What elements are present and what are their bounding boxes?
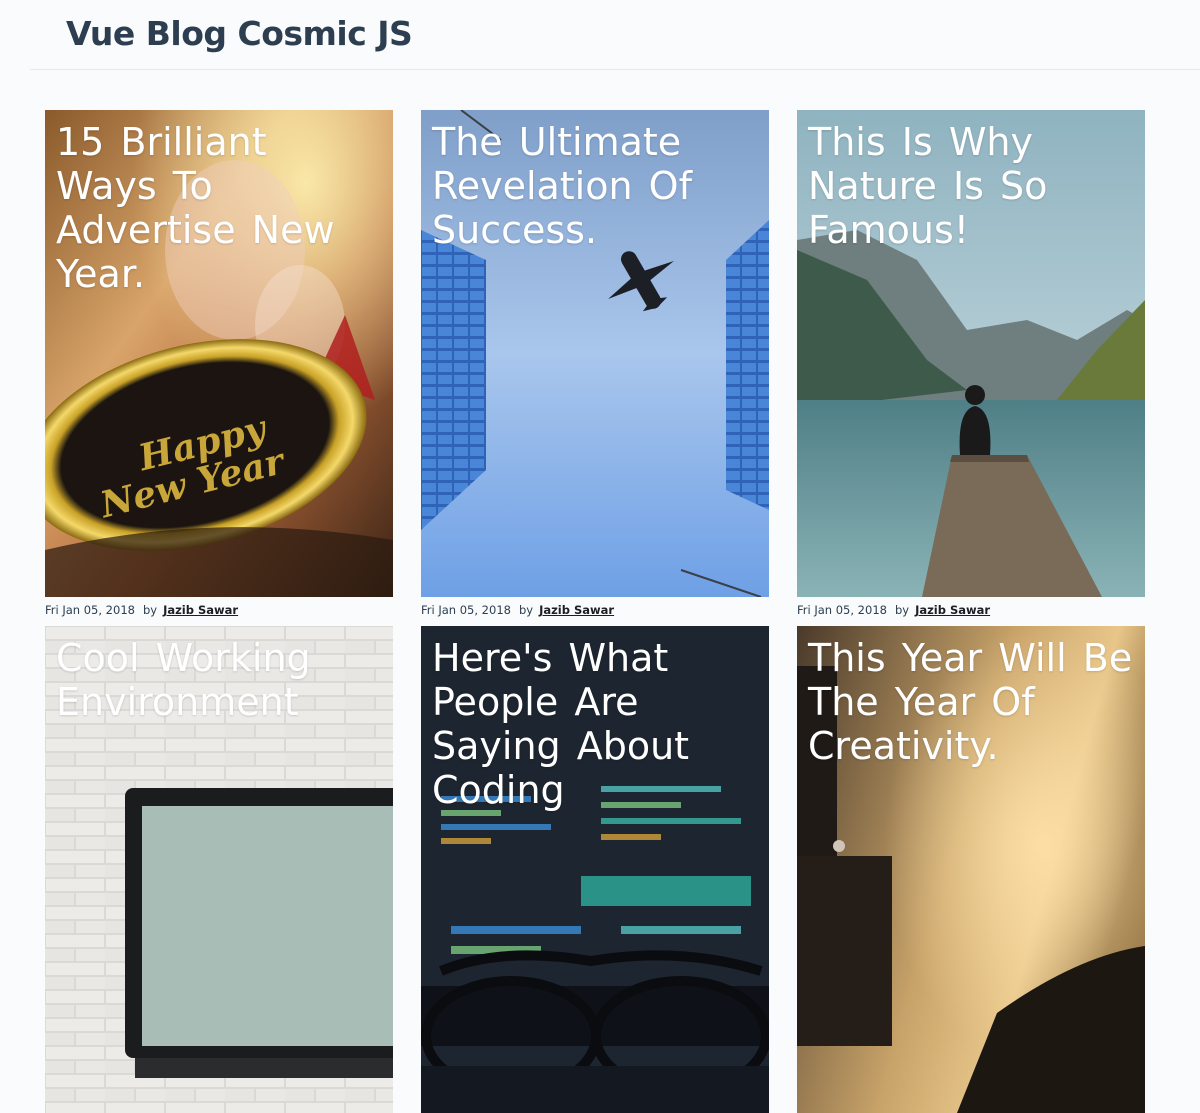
post-meta: Fri Jan 05, 2018 by Jazib Sawar	[45, 602, 238, 618]
post-title[interactable]: This Is Why Nature Is So Famous!	[808, 120, 1135, 252]
post-card[interactable]: Cool Working Environment	[45, 626, 393, 1113]
post-card[interactable]: This Year Will Be The Year Of Creativity…	[797, 626, 1145, 1113]
post-card[interactable]: This Is Why Nature Is So Famous!	[797, 110, 1145, 597]
author-link[interactable]: Jazib Sawar	[539, 603, 614, 617]
post-card[interactable]: Here's What People Are Saying About Codi…	[421, 626, 769, 1113]
site-header: Vue Blog Cosmic JS	[30, 0, 1200, 70]
author-link[interactable]: Jazib Sawar	[163, 603, 238, 617]
post-title[interactable]: Here's What People Are Saying About Codi…	[432, 636, 759, 812]
post-card[interactable]: Happy New Year 15 Brilliant Ways To Adve…	[45, 110, 393, 597]
post-date: Fri Jan 05, 2018	[421, 603, 511, 617]
by-label: by	[518, 603, 534, 617]
post-meta: Fri Jan 05, 2018 by Jazib Sawar	[421, 602, 614, 618]
author-link[interactable]: Jazib Sawar	[915, 603, 990, 617]
post-date: Fri Jan 05, 2018	[45, 603, 135, 617]
post-title[interactable]: Cool Working Environment	[56, 636, 383, 724]
post-meta: Fri Jan 05, 2018 by Jazib Sawar	[797, 602, 990, 618]
post-title[interactable]: The Ultimate Revelation Of Success.	[432, 120, 759, 252]
post-title[interactable]: 15 Brilliant Ways To Advertise New Year.	[56, 120, 383, 296]
by-label: by	[894, 603, 910, 617]
site-title[interactable]: Vue Blog Cosmic JS	[66, 12, 413, 56]
by-label: by	[142, 603, 158, 617]
post-title[interactable]: This Year Will Be The Year Of Creativity…	[808, 636, 1135, 768]
post-date: Fri Jan 05, 2018	[797, 603, 887, 617]
post-card[interactable]: The Ultimate Revelation Of Success.	[421, 110, 769, 597]
